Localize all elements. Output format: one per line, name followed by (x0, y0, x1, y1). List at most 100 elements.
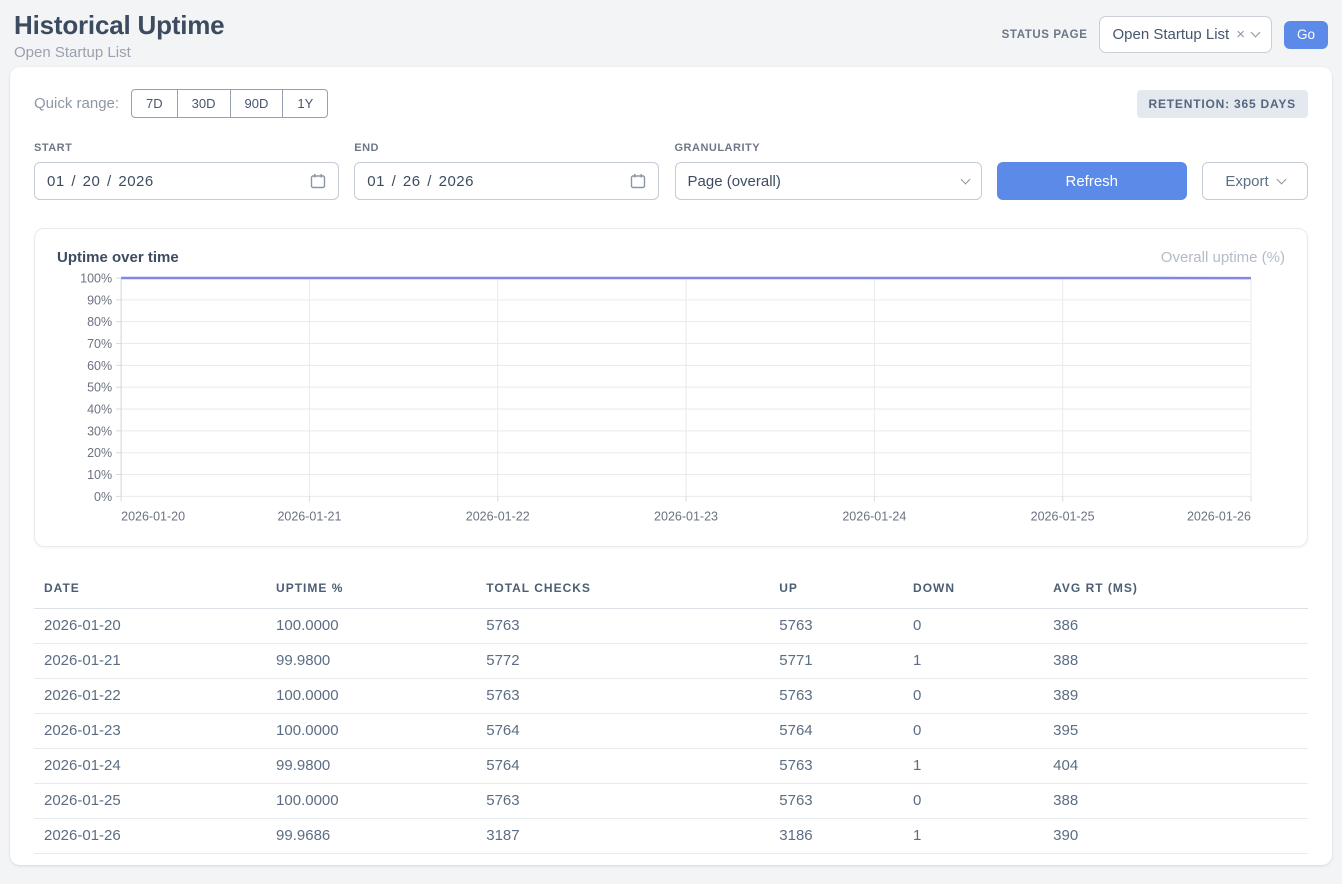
table-cell: 2026-01-24 (34, 749, 276, 784)
refresh-button[interactable]: Refresh (997, 162, 1187, 200)
table-cell: 5763 (486, 784, 779, 819)
table-cell: 5763 (779, 609, 913, 644)
chevron-down-icon (1251, 28, 1261, 38)
table-cell: 2026-01-22 (34, 679, 276, 714)
table-row: 2026-01-2699.9686318731861390 (34, 819, 1308, 854)
go-button[interactable]: Go (1284, 21, 1328, 49)
table-header-row: DATEUPTIME %TOTAL CHECKSUPDOWNAVG RT (MS… (34, 573, 1308, 609)
quick-range-7d[interactable]: 7D (131, 89, 178, 118)
retention-badge: RETENTION: 365 DAYS (1137, 90, 1308, 118)
table-cell: 99.9800 (276, 644, 486, 679)
y-tick-label: 50% (87, 381, 112, 395)
y-tick-label: 30% (87, 424, 112, 438)
column-header: DOWN (913, 573, 1053, 609)
table-row: 2026-01-25100.0000576357630388 (34, 784, 1308, 819)
table-cell: 5772 (486, 644, 779, 679)
table-row: 2026-01-2199.9800577257711388 (34, 644, 1308, 679)
x-tick-label: 2026-01-25 (1031, 509, 1095, 523)
chart-title: Uptime over time (57, 249, 179, 266)
export-button-label: Export (1225, 173, 1268, 190)
chart-legend: Overall uptime (%) (1161, 249, 1285, 266)
uptime-chart-svg: 0%10%20%30%40%50%60%70%80%90%100%2026-01… (57, 270, 1285, 536)
page-header: Historical Uptime Open Startup List STAT… (0, 0, 1342, 67)
column-header: AVG RT (MS) (1053, 573, 1308, 609)
status-page-select[interactable]: Open Startup List × (1099, 16, 1272, 53)
page-title: Historical Uptime (14, 10, 224, 41)
y-tick-label: 0% (94, 490, 112, 504)
end-date-input[interactable]: 01 / 26 / 2026 (354, 162, 659, 200)
y-tick-label: 90% (87, 293, 112, 307)
x-tick-label: 2026-01-26 (1187, 509, 1251, 523)
table-cell: 5764 (486, 714, 779, 749)
table-cell: 1 (913, 819, 1053, 854)
calendar-icon[interactable] (310, 173, 326, 189)
column-header: UP (779, 573, 913, 609)
status-page-label: STATUS PAGE (1002, 29, 1088, 41)
table-body: 2026-01-20100.00005763576303862026-01-21… (34, 609, 1308, 854)
chevron-down-icon (1276, 174, 1286, 184)
calendar-icon[interactable] (630, 173, 646, 189)
column-header: UPTIME % (276, 573, 486, 609)
end-date-label: END (354, 142, 659, 154)
table-cell: 100.0000 (276, 679, 486, 714)
quick-range-label: Quick range: (34, 95, 119, 112)
granularity-label: GRANULARITY (675, 142, 982, 154)
table-cell: 3187 (486, 819, 779, 854)
x-tick-label: 2026-01-24 (842, 509, 906, 523)
table-cell: 100.0000 (276, 714, 486, 749)
table-cell: 0 (913, 609, 1053, 644)
x-tick-label: 2026-01-23 (654, 509, 718, 523)
y-tick-label: 100% (80, 272, 112, 286)
table-cell: 99.9686 (276, 819, 486, 854)
start-date-input[interactable]: 01 / 20 / 2026 (34, 162, 339, 200)
main-panel: Quick range: 7D30D90D1Y RETENTION: 365 D… (10, 67, 1332, 865)
clear-icon[interactable]: × (1236, 26, 1245, 43)
column-header: DATE (34, 573, 276, 609)
table-cell: 386 (1053, 609, 1308, 644)
table-cell: 0 (913, 714, 1053, 749)
table-cell: 2026-01-25 (34, 784, 276, 819)
y-tick-label: 40% (87, 403, 112, 417)
table-cell: 5763 (779, 679, 913, 714)
table-cell: 100.0000 (276, 784, 486, 819)
y-tick-label: 60% (87, 359, 112, 373)
table-cell: 388 (1053, 784, 1308, 819)
granularity-select[interactable]: Page (overall) (675, 162, 982, 200)
uptime-chart-card: Uptime over time Overall uptime (%) 0% 10… (34, 228, 1308, 547)
table-cell: 100.0000 (276, 609, 486, 644)
table-row: 2026-01-23100.0000576457640395 (34, 714, 1308, 749)
start-date-value: 01 / 20 / 2026 (47, 173, 154, 190)
table-row: 2026-01-2499.9800576457631404 (34, 749, 1308, 784)
table-cell: 5763 (486, 609, 779, 644)
table-row: 2026-01-20100.0000576357630386 (34, 609, 1308, 644)
table-cell: 389 (1053, 679, 1308, 714)
status-page-selected-value: Open Startup List (1112, 26, 1229, 43)
table-cell: 0 (913, 784, 1053, 819)
table-cell: 1 (913, 749, 1053, 784)
table-cell: 395 (1053, 714, 1308, 749)
x-tick-label: 2026-01-22 (466, 509, 530, 523)
y-tick-label: 70% (87, 337, 112, 351)
table-cell: 3186 (779, 819, 913, 854)
y-tick-label: 10% (87, 468, 112, 482)
quick-range-90d[interactable]: 90D (231, 89, 284, 118)
export-button[interactable]: Export (1202, 162, 1308, 200)
quick-range-1y[interactable]: 1Y (283, 89, 328, 118)
granularity-selected-value: Page (overall) (688, 173, 781, 190)
table-cell: 390 (1053, 819, 1308, 854)
table-cell: 5771 (779, 644, 913, 679)
table-cell: 5764 (779, 714, 913, 749)
table-cell: 1 (913, 644, 1053, 679)
table-cell: 2026-01-20 (34, 609, 276, 644)
table-cell: 0 (913, 679, 1053, 714)
table-cell: 5763 (486, 679, 779, 714)
x-tick-label: 2026-01-21 (277, 509, 341, 523)
chevron-down-icon (960, 174, 970, 184)
end-date-value: 01 / 26 / 2026 (367, 173, 474, 190)
table-cell: 5763 (779, 784, 913, 819)
table-row: 2026-01-22100.0000576357630389 (34, 679, 1308, 714)
quick-range-30d[interactable]: 30D (178, 89, 231, 118)
table-cell: 2026-01-23 (34, 714, 276, 749)
uptime-table: DATEUPTIME %TOTAL CHECKSUPDOWNAVG RT (MS… (34, 573, 1308, 854)
y-tick-label: 20% (87, 446, 112, 460)
